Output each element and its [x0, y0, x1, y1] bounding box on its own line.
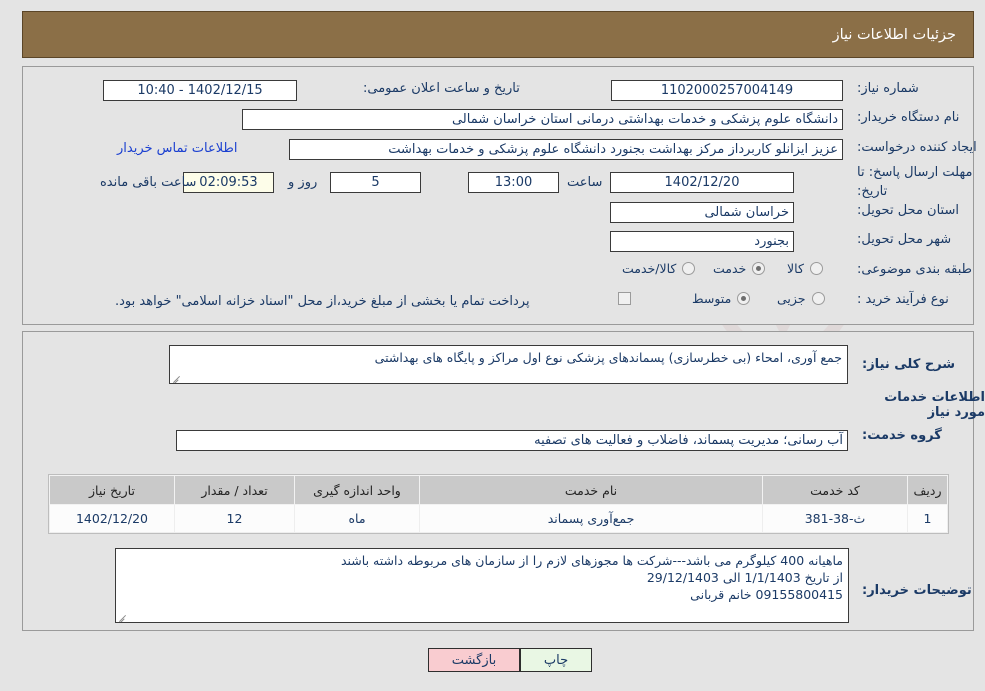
buyer-notes-line-1: ماهیانه 400 کیلوگرم می باشد---شرکت ها مج…: [340, 553, 843, 568]
th-row-no: ردیف: [907, 475, 948, 505]
deadline-date-value: 1402/12/20: [610, 172, 794, 193]
cell-unit: ماه: [294, 504, 420, 533]
category-radio-1[interactable]: [752, 262, 766, 275]
buyer-org-value: دانشگاه علوم پزشکی و خدمات بهداشتی درمان…: [242, 109, 843, 130]
table-header-row: ردیف کد خدمت نام خدمت واحد اندازه گیری ت…: [49, 475, 948, 505]
remaining-time-label: ساعت باقی مانده: [100, 175, 197, 190]
cell-quantity: 12: [174, 504, 295, 533]
process-label: نوع فرآیند خرید :: [857, 292, 949, 307]
services-table: ردیف کد خدمت نام خدمت واحد اندازه گیری ت…: [48, 474, 949, 534]
category-radio-0[interactable]: [809, 262, 823, 275]
print-button[interactable]: چاپ: [520, 648, 592, 672]
cell-need-date: 1402/12/20: [49, 504, 175, 533]
th-need-date: تاریخ نیاز: [49, 475, 175, 505]
process-radio-1[interactable]: [737, 292, 751, 305]
requester-value: عزیز ایزانلو کاربرداز مرکز بهداشت بجنورد…: [289, 139, 843, 160]
city-label: شهر محل تحویل:: [857, 232, 952, 247]
treasury-checkbox[interactable]: [618, 292, 631, 305]
back-button[interactable]: بازگشت: [428, 648, 520, 672]
table-row[interactable]: 1 ث-38-381 جمع‌آوری پسماند ماه 12 1402/1…: [49, 504, 948, 533]
category-label: طبقه بندی موضوعی:: [857, 262, 973, 277]
announce-date-label: تاریخ و ساعت اعلان عمومی:: [363, 81, 520, 96]
remaining-days-label: روز و: [288, 175, 318, 190]
category-option-0[interactable]: کالا: [787, 261, 823, 276]
buyer-notes-label: توضیحات خریدار:: [862, 583, 972, 598]
category-option-1[interactable]: خدمت: [713, 261, 766, 276]
province-value: خراسان شمالی: [610, 202, 794, 223]
category-option-2[interactable]: کالا/خدمت: [622, 261, 696, 276]
resize-grip-icon[interactable]: [118, 612, 127, 622]
th-quantity: تعداد / مقدار: [174, 475, 295, 505]
th-service-name: نام خدمت: [419, 475, 763, 505]
summary-textarea[interactable]: جمع آوری، امحاء (بی خطرسازی) پسماندهای پ…: [169, 345, 848, 384]
remaining-days-value: 5: [330, 172, 421, 193]
th-service-code: کد خدمت: [762, 475, 908, 505]
page-root: AnaTender.net جزئیات اطلاعات نیاز شماره …: [0, 0, 985, 691]
process-option-1[interactable]: متوسط: [692, 291, 751, 306]
need-info-panel: [22, 66, 974, 325]
process-radio-0[interactable]: [811, 292, 825, 305]
cell-service-code: ث-38-381: [762, 504, 908, 533]
need-number-value: 1102000257004149: [611, 80, 843, 101]
deadline-hour-label: ساعت: [567, 175, 603, 190]
announce-date-value: 1402/12/15 - 10:40: [103, 80, 297, 101]
need-number-label: شماره نیاز:: [857, 81, 919, 96]
category-option-1-label: خدمت: [713, 261, 747, 276]
deadline-hour-value: 13:00: [468, 172, 559, 193]
buyer-notes-line-2: از تاریخ 1/1/1403 الی 29/12/1403: [646, 570, 843, 585]
page-header: جزئیات اطلاعات نیاز: [22, 11, 974, 58]
service-group-value: آب رسانی؛ مدیریت پسماند، فاضلاب و فعالیت…: [176, 430, 848, 451]
th-unit: واحد اندازه گیری: [294, 475, 420, 505]
buyer-notes-line-3: 09155800415 خانم قربانی: [690, 587, 843, 602]
deadline-label-line2: تاریخ:: [857, 184, 888, 199]
summary-text: جمع آوری، امحاء (بی خطرسازی) پسماندهای پ…: [374, 350, 842, 365]
category-radio-2[interactable]: [682, 262, 696, 275]
summary-label: شرح کلی نیاز:: [862, 357, 956, 372]
buyer-contact-link[interactable]: اطلاعات تماس خریدار: [117, 141, 237, 156]
process-option-1-label: متوسط: [692, 291, 732, 306]
category-option-2-label: کالا/خدمت: [622, 261, 677, 276]
process-option-0-label: جزیی: [777, 291, 806, 306]
resize-grip-icon[interactable]: [172, 373, 181, 383]
buyer-org-label: نام دستگاه خریدار:: [857, 110, 960, 125]
process-option-0[interactable]: جزیی: [777, 291, 825, 306]
buyer-notes-textarea[interactable]: ماهیانه 400 کیلوگرم می باشد---شرکت ها مج…: [115, 548, 849, 623]
service-group-label: گروه خدمت:: [862, 428, 942, 443]
services-header: اطلاعات خدمات مورد نیاز: [884, 390, 985, 420]
deadline-label-line1: مهلت ارسال پاسخ: تا: [857, 165, 973, 180]
page-title: جزئیات اطلاعات نیاز: [832, 26, 956, 43]
treasury-note: پرداخت تمام یا بخشی از مبلغ خرید،از محل …: [115, 294, 530, 309]
cell-row-no: 1: [907, 504, 948, 533]
remaining-time-countdown: 02:09:53: [183, 172, 274, 193]
city-value: بجنورد: [610, 231, 794, 252]
province-label: استان محل تحویل:: [857, 203, 959, 218]
requester-label: ایجاد کننده درخواست:: [857, 140, 977, 155]
category-option-0-label: کالا: [787, 261, 804, 276]
cell-service-name: جمع‌آوری پسماند: [419, 504, 763, 533]
